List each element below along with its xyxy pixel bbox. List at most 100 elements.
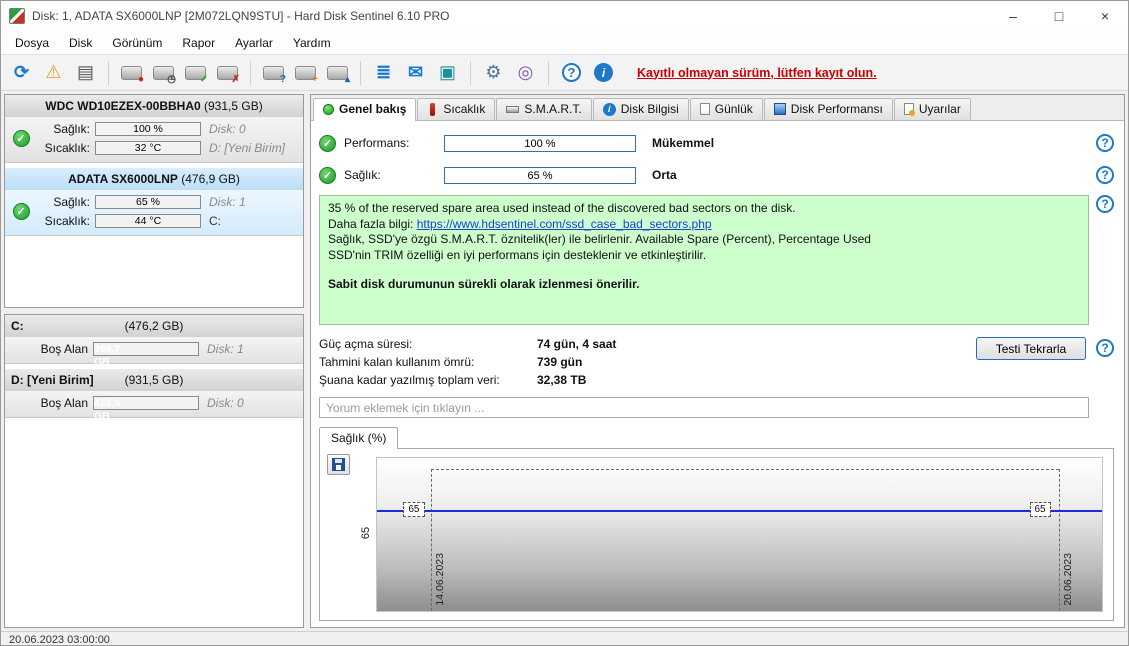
window-title: Disk: 1, ADATA SX6000LNP [2M072LQN9STU] … bbox=[32, 9, 450, 23]
stats-list: Güç açma süresi: 74 gün, 4 saat Tahmini … bbox=[319, 335, 966, 389]
temp-value: 32 °C bbox=[134, 142, 162, 154]
disk-header: WDC WD10EZEX-00BBHA0 (931,5 GB) bbox=[5, 95, 303, 117]
temp-label: Sıcaklık: bbox=[44, 214, 90, 228]
disk-surface-test-icon[interactable]: ● bbox=[117, 59, 146, 87]
health-info-section: 35 % of the reserved spare area used ins… bbox=[319, 191, 1114, 325]
help-icon[interactable]: ? bbox=[1096, 195, 1114, 213]
tab-sicaklik[interactable]: Sıcaklık bbox=[417, 98, 496, 120]
help-icon[interactable]: ? bbox=[1096, 166, 1114, 184]
info-circle-icon: i bbox=[602, 102, 616, 116]
tab-smart[interactable]: S.M.A.R.T. bbox=[496, 98, 592, 120]
performance-row: ✓ Performans: 100 % Mükemmel ? bbox=[319, 127, 1114, 159]
toolbar-separator bbox=[548, 60, 549, 85]
partition-header: (931,5 GB) D: [Yeni Birim] bbox=[5, 369, 303, 391]
temperature-bar: 44 °C bbox=[95, 214, 201, 228]
tab-genel-bakis[interactable]: Genel bakış bbox=[313, 98, 417, 121]
performance-value: 100 % bbox=[524, 137, 556, 150]
menu-rapor[interactable]: Rapor bbox=[172, 32, 225, 54]
info-line: Daha fazla bilgi: https://www.hdsentinel… bbox=[328, 217, 1080, 233]
chart-panel: 65 65 65 14.06.2023 20.06.2023 bbox=[319, 448, 1114, 621]
disk-entry-wdc[interactable]: WDC WD10EZEX-00BBHA0 (931,5 GB) ✓ Sağlık… bbox=[5, 95, 303, 163]
toolbar-separator bbox=[360, 60, 361, 85]
partition-size: (931,5 GB) bbox=[124, 373, 184, 387]
performance-bar: 100 % bbox=[444, 134, 636, 152]
partition-header: (476,2 GB) C: bbox=[5, 315, 303, 337]
tab-gunluk[interactable]: Günlük bbox=[689, 98, 763, 120]
report-icon[interactable]: ▤ bbox=[71, 59, 100, 87]
performance-rating: Mükemmel bbox=[652, 136, 715, 150]
info-line: 35 % of the reserved spare area used ins… bbox=[328, 201, 796, 215]
save-chart-button[interactable] bbox=[327, 454, 350, 475]
more-info-label: Daha fazla bilgi: bbox=[328, 216, 417, 231]
temp-label: Sıcaklık: bbox=[44, 141, 90, 155]
performance-chart-icon bbox=[773, 103, 786, 115]
free-space-bar: 366,7 GB bbox=[93, 342, 199, 368]
network-icon[interactable]: ▣ bbox=[433, 59, 462, 87]
info-line: Sağlık, SSD'ye özgü S.M.A.R.T. öznitelik… bbox=[328, 232, 871, 246]
tab-disk-bilgisi[interactable]: i Disk Bilgisi bbox=[592, 98, 689, 120]
content-area: WDC WD10EZEX-00BBHA0 (931,5 GB) ✓ Sağlık… bbox=[1, 91, 1128, 631]
partition-size: (476,2 GB) bbox=[124, 319, 184, 333]
info-recommendation: Sabit disk durumunun sürekli olarak izle… bbox=[328, 277, 640, 291]
disk-schedule-icon[interactable]: ◷ bbox=[149, 59, 178, 87]
info-icon[interactable]: i bbox=[589, 59, 618, 87]
disk-size: (476,9 GB) bbox=[181, 172, 240, 186]
stat-value: 739 gün bbox=[537, 355, 583, 369]
health-bar: 100 % bbox=[95, 122, 201, 136]
test-queue-icon[interactable]: ≣ bbox=[369, 59, 398, 87]
disk-number: Disk: 0 bbox=[209, 122, 246, 136]
menu-dosya[interactable]: Dosya bbox=[5, 32, 59, 54]
disk-remove-icon[interactable]: ✗ bbox=[213, 59, 242, 87]
partitions-panel: (476,2 GB) C: Boş Alan 366,7 GB Disk: 1 … bbox=[4, 314, 304, 628]
menu-ayarlar[interactable]: Ayarlar bbox=[225, 32, 283, 54]
disk-repair-icon[interactable]: + bbox=[291, 59, 320, 87]
overview-dot-icon bbox=[323, 103, 334, 115]
partition-entry-c[interactable]: (476,2 GB) C: Boş Alan 366,7 GB Disk: 1 bbox=[5, 315, 303, 368]
menu-yardim[interactable]: Yardım bbox=[283, 32, 341, 54]
settings-gear-icon[interactable]: ⚙ bbox=[479, 59, 508, 87]
tab-disk-performansi[interactable]: Disk Performansı bbox=[763, 98, 893, 120]
help-icon[interactable]: ? bbox=[1096, 134, 1114, 152]
menu-disk[interactable]: Disk bbox=[59, 32, 102, 54]
overview-alert-icon[interactable]: ⚠ bbox=[39, 59, 68, 87]
retest-button[interactable]: Testi Tekrarla bbox=[976, 337, 1086, 360]
floppy-disk-icon bbox=[332, 458, 345, 471]
comment-input[interactable] bbox=[319, 397, 1089, 418]
maximize-button[interactable]: □ bbox=[1036, 1, 1082, 31]
chart-dashed-top bbox=[431, 468, 1059, 470]
stat-label: Güç açma süresi: bbox=[319, 337, 413, 351]
toolbar-separator bbox=[470, 60, 471, 85]
close-button[interactable]: × bbox=[1082, 1, 1128, 31]
health-label: Sağlık: bbox=[53, 195, 90, 209]
help-icon[interactable]: ? bbox=[557, 59, 586, 87]
register-link[interactable]: Kayıtlı olmayan sürüm, lütfen kayıt olun… bbox=[637, 66, 877, 80]
refresh-icon[interactable]: ⟳ bbox=[7, 59, 36, 87]
disk-entry-adata[interactable]: ADATA SX6000LNP (476,9 GB) ✓ Sağlık: 65 … bbox=[5, 168, 303, 236]
chart-dashed-start bbox=[431, 468, 433, 611]
thermometer-icon bbox=[430, 102, 436, 116]
more-info-link[interactable]: https://www.hdsentinel.com/ssd_case_bad_… bbox=[417, 217, 712, 231]
minimize-button[interactable]: – bbox=[990, 1, 1036, 31]
menu-gorunum[interactable]: Görünüm bbox=[102, 32, 172, 54]
mail-icon[interactable]: ✉ bbox=[401, 59, 430, 87]
health-history-section: Sağlık (%) 65 65 65 14.06.2023 20.06.202… bbox=[319, 427, 1114, 621]
stat-label: Tahmini kalan kullanım ömrü: bbox=[319, 355, 475, 369]
tab-uyarilar[interactable]: Uyarılar bbox=[893, 98, 971, 120]
health-info-box: 35 % of the reserved spare area used ins… bbox=[319, 195, 1089, 325]
health-ok-icon: ✓ bbox=[319, 166, 336, 184]
disc-icon[interactable]: ◎ bbox=[511, 59, 540, 87]
temp-value: 44 °C bbox=[134, 215, 162, 227]
help-icon[interactable]: ? bbox=[1096, 339, 1114, 357]
health-row: ✓ Sağlık: 65 % Orta ? bbox=[319, 159, 1114, 191]
log-page-icon bbox=[699, 103, 710, 115]
sidebar: WDC WD10EZEX-00BBHA0 (931,5 GB) ✓ Sağlık… bbox=[4, 94, 304, 628]
disk-eject-icon[interactable]: ▴ bbox=[323, 59, 352, 87]
partition-entry-d[interactable]: (931,5 GB) D: [Yeni Birim] Boş Alan 423,… bbox=[5, 369, 303, 422]
series-end-value: 65 bbox=[1029, 502, 1051, 518]
performance-label: Performans: bbox=[344, 136, 410, 150]
chart-tab-saglik[interactable]: Sağlık (%) bbox=[319, 427, 399, 449]
status-bar: 20.06.2023 03:00:00 bbox=[1, 631, 1128, 645]
disk-accept-icon[interactable]: ✓ bbox=[181, 59, 210, 87]
overview-tab-content: ✓ Performans: 100 % Mükemmel ? ✓ Sağlık:… bbox=[311, 121, 1124, 627]
disk-detect-icon[interactable]: ? bbox=[259, 59, 288, 87]
